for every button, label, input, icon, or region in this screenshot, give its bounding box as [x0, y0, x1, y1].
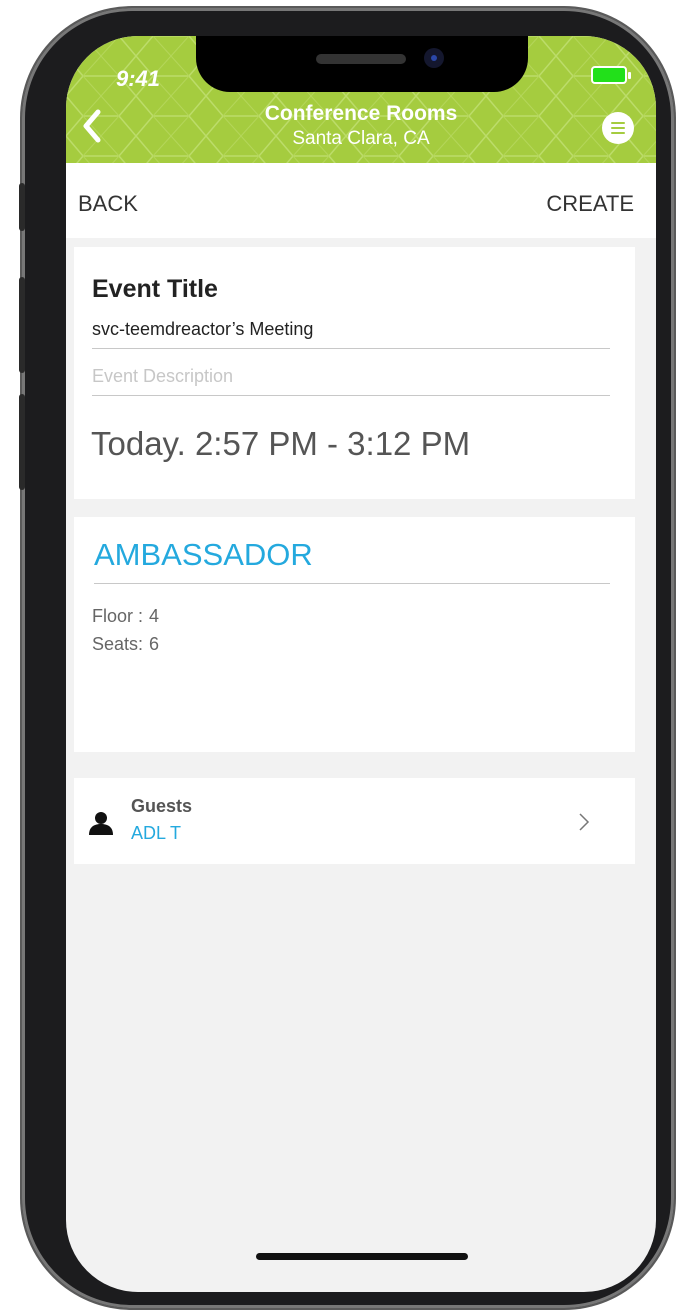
event-title-field[interactable]: svc-teemdreactor’s Meeting — [92, 319, 610, 349]
person-icon — [89, 812, 113, 835]
room-floor: Floor :4 — [92, 606, 159, 627]
create-button[interactable]: CREATE — [546, 191, 634, 217]
header-title: Conference Rooms — [264, 102, 458, 125]
guests-row[interactable]: Guests ADL T — [74, 778, 635, 864]
room-seats: Seats: 6 — [92, 634, 159, 655]
event-title-heading: Event Title — [92, 275, 218, 303]
app-screen: 9:41 Conference Rooms Santa Clara, CA BA… — [66, 36, 656, 1292]
volume-up-button — [19, 277, 25, 373]
seats-value: 6 — [149, 634, 160, 654]
room-details-card: AMBASSADOR Floor :4 Seats: 6 — [74, 517, 635, 752]
seats-label: Seats: — [92, 634, 144, 654]
app-header: 9:41 Conference Rooms Santa Clara, CA — [66, 36, 656, 163]
back-button[interactable]: BACK — [78, 191, 138, 217]
action-toolbar: BACK CREATE — [66, 163, 656, 238]
battery-icon — [591, 66, 631, 84]
floor-value: 4 — [149, 606, 160, 626]
guests-label: Guests — [131, 796, 193, 816]
event-description-field[interactable]: Event Description — [92, 366, 610, 396]
mute-switch — [19, 183, 25, 231]
front-camera — [424, 48, 444, 68]
speaker-grille — [316, 54, 406, 64]
status-time: 9:41 — [116, 66, 161, 91]
room-name: AMBASSADOR — [94, 537, 610, 584]
menu-icon[interactable] — [602, 112, 634, 144]
device-notch — [196, 36, 528, 92]
floor-label: Floor : — [92, 606, 144, 626]
volume-down-button — [19, 394, 25, 490]
event-details-card: Event Title svc-teemdreactor’s Meeting E… — [74, 247, 635, 499]
event-time-range[interactable]: Today. 2:57 PM - 3:12 PM — [91, 425, 470, 463]
header-subtitle: Santa Clara, CA — [292, 128, 430, 149]
guests-value: ADL T — [131, 823, 182, 843]
home-indicator[interactable] — [256, 1253, 468, 1260]
chevron-right-icon — [579, 813, 590, 831]
